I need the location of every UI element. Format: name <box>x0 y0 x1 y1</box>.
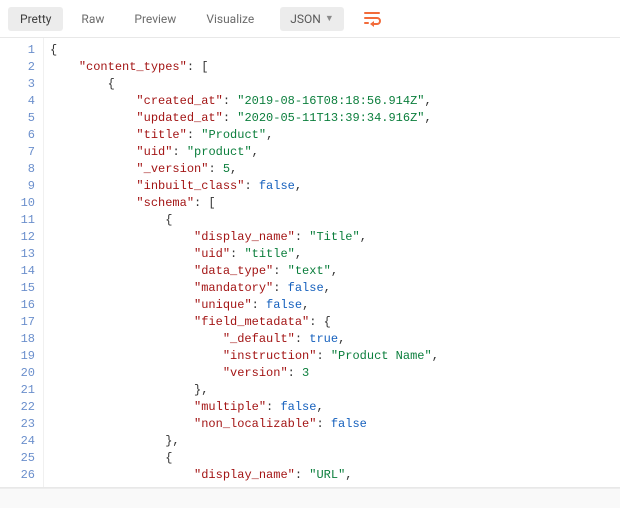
line-number: 20 <box>0 365 35 382</box>
line-number-gutter: 1234567891011121314151617181920212223242… <box>0 38 44 487</box>
code-line: }, <box>50 382 620 399</box>
code-line: { <box>50 450 620 467</box>
response-body-viewer: 1234567891011121314151617181920212223242… <box>0 38 620 488</box>
line-number: 4 <box>0 93 35 110</box>
code-line: "created_at": "2019-08-16T08:18:56.914Z"… <box>50 93 620 110</box>
line-number: 25 <box>0 450 35 467</box>
code-line: "content_types": [ <box>50 59 620 76</box>
code-line: "inbuilt_class": false, <box>50 178 620 195</box>
tab-pretty[interactable]: Pretty <box>8 7 63 31</box>
code-line: { <box>50 212 620 229</box>
code-line: }, <box>50 433 620 450</box>
code-line: "title": "Product", <box>50 127 620 144</box>
line-number: 22 <box>0 399 35 416</box>
json-code-content[interactable]: { "content_types": [ { "created_at": "20… <box>44 38 620 487</box>
line-number: 21 <box>0 382 35 399</box>
line-number: 8 <box>0 161 35 178</box>
line-number: 2 <box>0 59 35 76</box>
line-number: 9 <box>0 178 35 195</box>
line-number: 13 <box>0 246 35 263</box>
code-line: "version": 3 <box>50 365 620 382</box>
code-line: "unique": false, <box>50 297 620 314</box>
code-line: "display_name": "URL", <box>50 467 620 484</box>
tab-visualize[interactable]: Visualize <box>194 7 266 31</box>
code-line: "uid": "title", <box>50 246 620 263</box>
line-number: 7 <box>0 144 35 161</box>
line-number: 12 <box>0 229 35 246</box>
wrap-lines-button[interactable] <box>358 7 388 31</box>
line-number: 18 <box>0 331 35 348</box>
code-line: "data_type": "text", <box>50 263 620 280</box>
wrap-icon <box>364 11 382 27</box>
code-line: "_default": true, <box>50 331 620 348</box>
code-line: { <box>50 42 620 59</box>
line-number: 1 <box>0 42 35 59</box>
code-line: "field_metadata": { <box>50 314 620 331</box>
line-number: 14 <box>0 263 35 280</box>
line-number: 26 <box>0 467 35 484</box>
code-line: { <box>50 76 620 93</box>
line-number: 23 <box>0 416 35 433</box>
code-line: "instruction": "Product Name", <box>50 348 620 365</box>
code-line: "schema": [ <box>50 195 620 212</box>
format-dropdown[interactable]: JSON ▼ <box>280 7 343 31</box>
code-line: "mandatory": false, <box>50 280 620 297</box>
status-footer <box>0 488 620 508</box>
chevron-down-icon: ▼ <box>325 13 334 24</box>
line-number: 17 <box>0 314 35 331</box>
code-line: "uid": "product", <box>50 144 620 161</box>
line-number: 19 <box>0 348 35 365</box>
response-view-toolbar: Pretty Raw Preview Visualize JSON ▼ <box>0 0 620 38</box>
tab-raw[interactable]: Raw <box>69 7 116 31</box>
code-line: "display_name": "Title", <box>50 229 620 246</box>
code-line: "_version": 5, <box>50 161 620 178</box>
code-line: "updated_at": "2020-05-11T13:39:34.916Z"… <box>50 110 620 127</box>
line-number: 3 <box>0 76 35 93</box>
line-number: 10 <box>0 195 35 212</box>
line-number: 5 <box>0 110 35 127</box>
code-line: "multiple": false, <box>50 399 620 416</box>
line-number: 24 <box>0 433 35 450</box>
line-number: 6 <box>0 127 35 144</box>
format-dropdown-label: JSON <box>290 12 321 26</box>
line-number: 15 <box>0 280 35 297</box>
code-line: "non_localizable": false <box>50 416 620 433</box>
line-number: 16 <box>0 297 35 314</box>
line-number: 11 <box>0 212 35 229</box>
tab-preview[interactable]: Preview <box>122 7 188 31</box>
